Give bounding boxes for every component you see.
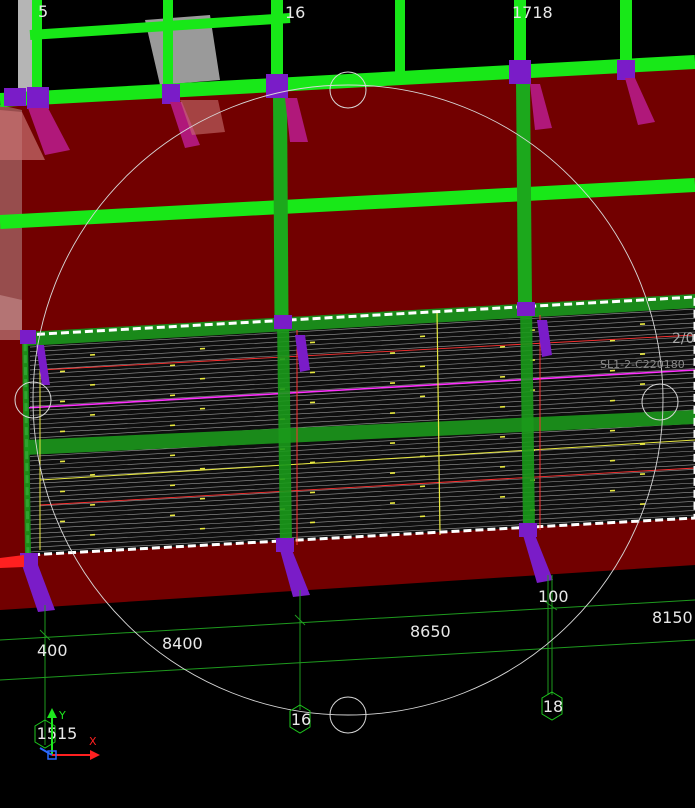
dim-400: 400 [37, 641, 68, 660]
slab-tag: SL1-2-C220180 [600, 358, 685, 371]
grid-bubble-18-bottom[interactable]: 18 [542, 692, 563, 720]
dim-8650: 8650 [410, 622, 451, 641]
dim-8150: 8150 [652, 608, 693, 627]
cad-viewport[interactable]: 16 18 1515 5 16 1718 400 8400 8650 100 8… [0, 0, 695, 804]
grid-label-5: 5 [38, 2, 48, 21]
dim-8400: 8400 [162, 634, 203, 653]
grid-label-15: 1515 [37, 724, 78, 743]
ghost-block [0, 295, 22, 340]
dim-100: 100 [538, 587, 569, 606]
svg-text:Y: Y [58, 709, 66, 722]
grid-label-1718: 1718 [512, 3, 553, 22]
grid-bubble-16-bottom[interactable]: 16 [290, 705, 311, 733]
edge-tag: 2/0 [672, 331, 695, 347]
grid-label-16-bottom: 16 [291, 710, 311, 729]
svg-text:X: X [89, 735, 97, 748]
selected-panel[interactable] [25, 294, 695, 555]
grid-label-16-top: 16 [285, 3, 305, 22]
grid-label-18-bottom: 18 [543, 697, 563, 716]
